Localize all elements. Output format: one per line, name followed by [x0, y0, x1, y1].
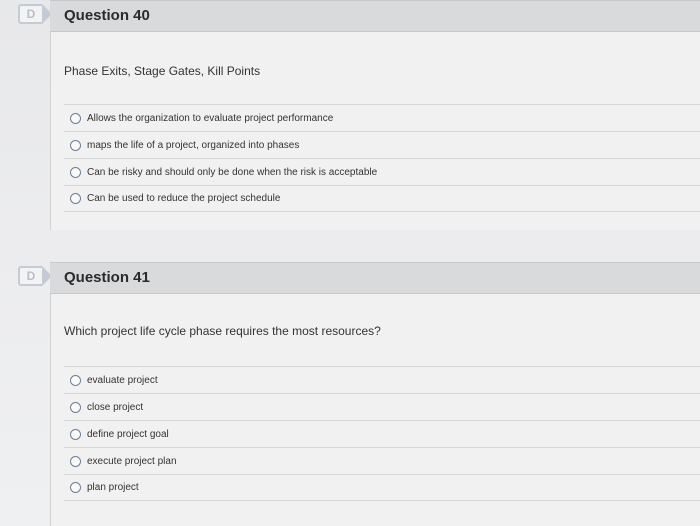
question-title: Question 40 [64, 7, 150, 24]
question-body: Phase Exits, Stage Gates, Kill Points Al… [50, 32, 700, 230]
radio-button[interactable] [70, 428, 81, 440]
radio-button[interactable] [70, 374, 81, 386]
question-40-block: D Question 40 Phase Exits, Stage Gates, … [0, 0, 700, 232]
flag-icon[interactable]: D [18, 266, 52, 286]
question-title: Question 41 [64, 269, 150, 286]
radio-button[interactable] [70, 401, 81, 413]
radio-button[interactable] [70, 139, 81, 151]
option-label: evaluate project [87, 374, 158, 386]
option-label: Allows the organization to evaluate proj… [87, 112, 334, 124]
radio-button[interactable] [70, 112, 81, 124]
option-label: execute project plan [87, 455, 177, 467]
answer-option[interactable]: maps the life of a project, organized in… [64, 131, 700, 158]
radio-button[interactable] [70, 193, 81, 204]
option-label: Can be risky and should only be done whe… [87, 166, 378, 178]
answer-option[interactable]: Can be used to reduce the project schedu… [64, 185, 700, 212]
option-label: plan project [87, 482, 139, 493]
option-label: define project goal [87, 428, 169, 440]
question-41-block: D Question 41 Which project life cycle p… [0, 262, 700, 526]
radio-button[interactable] [70, 482, 81, 493]
question-header: Question 41 [50, 262, 700, 294]
radio-button[interactable] [70, 166, 81, 178]
option-label: Can be used to reduce the project schedu… [87, 193, 281, 204]
answer-option[interactable]: execute project plan [64, 447, 700, 474]
answer-option[interactable]: evaluate project [64, 366, 700, 393]
answer-option[interactable]: close project [64, 393, 700, 420]
radio-button[interactable] [70, 455, 81, 467]
question-body: Which project life cycle phase requires … [50, 294, 700, 526]
question-prompt: Phase Exits, Stage Gates, Kill Points [64, 64, 261, 78]
answer-option[interactable]: define project goal [64, 420, 700, 447]
answer-option[interactable]: Can be risky and should only be done whe… [64, 158, 700, 185]
question-prompt: Which project life cycle phase requires … [64, 324, 381, 338]
answer-option[interactable]: plan project [64, 474, 700, 501]
question-header: Question 40 [50, 0, 700, 32]
option-label: close project [87, 401, 144, 413]
flag-icon[interactable]: D [18, 4, 52, 24]
answer-option[interactable]: Allows the organization to evaluate proj… [64, 104, 700, 131]
option-label: maps the life of a project, organized in… [87, 139, 300, 151]
